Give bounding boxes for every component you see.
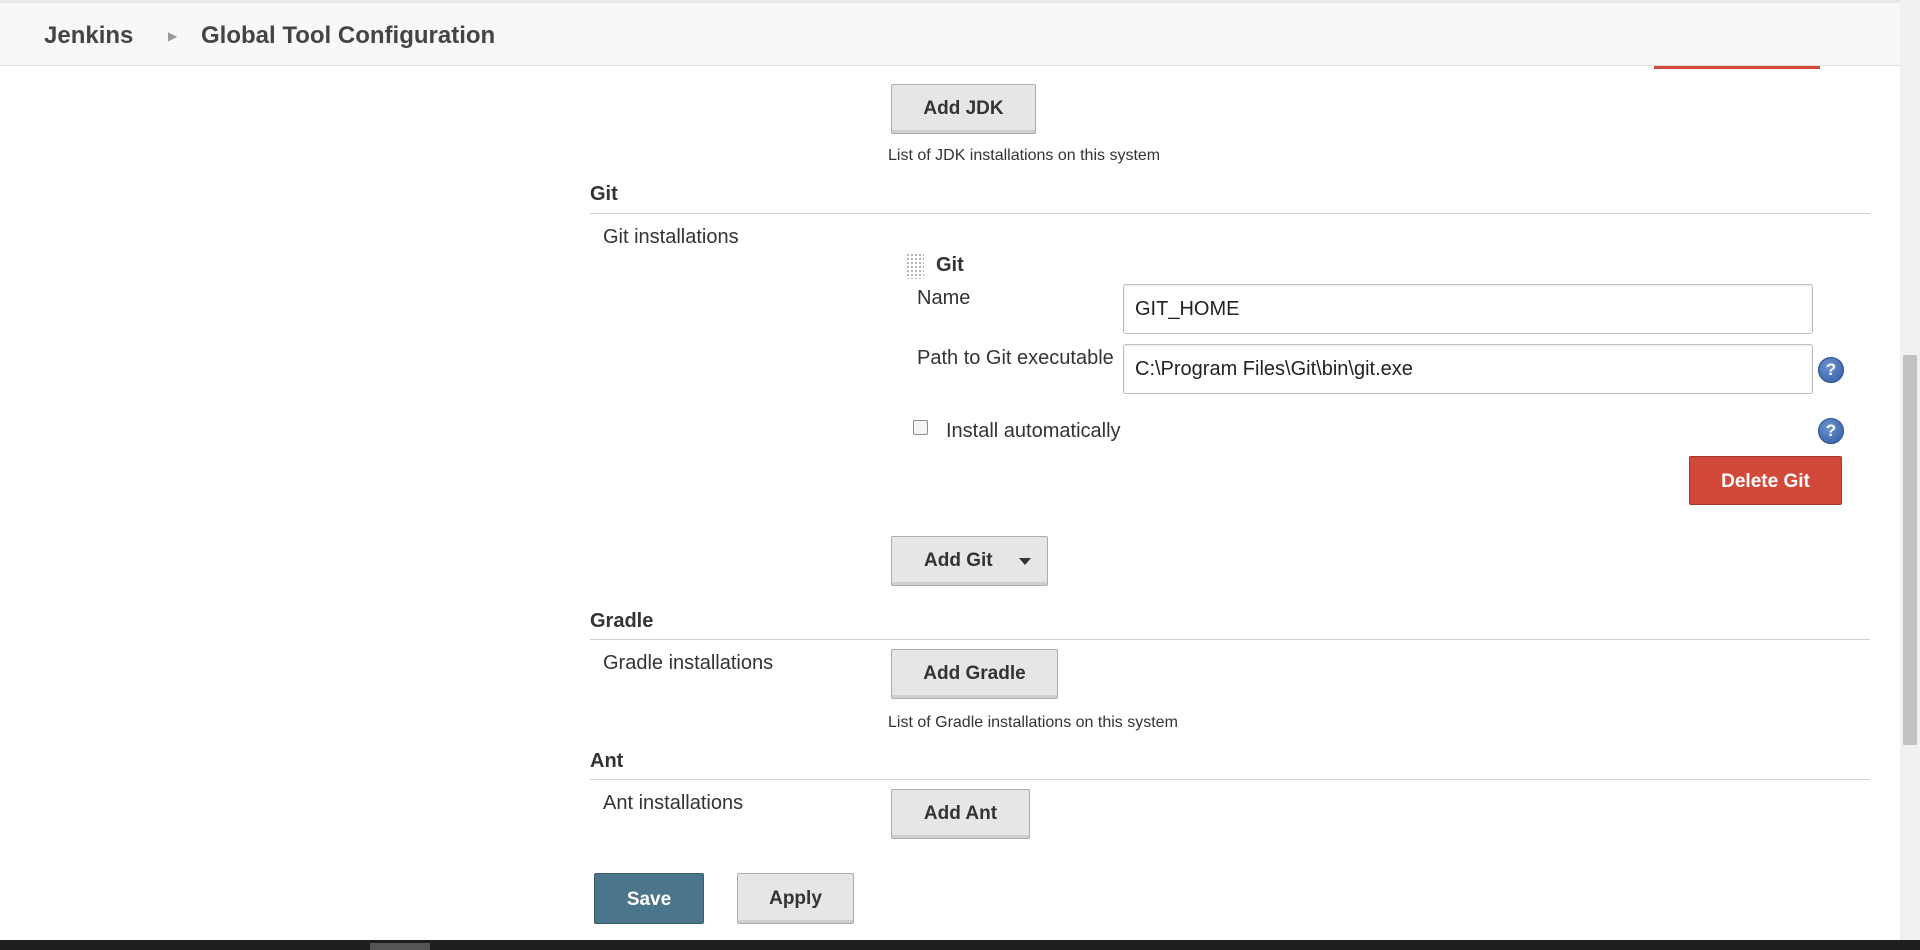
ant-installations-label: Ant installations	[603, 792, 744, 814]
section-divider	[590, 639, 1870, 640]
delete-button-edge	[1654, 66, 1820, 69]
scrollbar-thumb[interactable]	[1903, 355, 1917, 745]
install-automatically-label: Install automatically	[946, 420, 1121, 442]
git-name-input[interactable]	[1123, 284, 1813, 334]
git-name-label: Name	[917, 287, 971, 309]
bottom-tab	[370, 943, 430, 950]
git-path-input[interactable]	[1123, 344, 1813, 394]
caret-down-icon[interactable]	[1019, 558, 1031, 565]
apply-button[interactable]: Apply	[737, 873, 854, 924]
gradle-description: List of Gradle installations on this sys…	[888, 714, 1178, 731]
install-automatically-checkbox[interactable]	[913, 420, 928, 435]
git-installations-label: Git installations	[603, 226, 739, 248]
git-section-title: Git	[590, 183, 618, 205]
section-divider	[590, 779, 1870, 780]
add-jdk-button[interactable]: Add JDK	[891, 84, 1036, 134]
bottom-bar	[0, 940, 1920, 950]
gradle-installations-label: Gradle installations	[603, 652, 774, 674]
chevron-right-icon: ▶	[168, 29, 178, 43]
gradle-section-title: Gradle	[590, 610, 654, 632]
section-divider	[590, 213, 1870, 214]
drag-handle-icon[interactable]	[906, 253, 924, 279]
breadcrumb-current[interactable]: Global Tool Configuration	[201, 3, 495, 69]
save-button[interactable]: Save	[594, 873, 704, 924]
help-icon[interactable]: ?	[1818, 418, 1844, 444]
delete-git-button[interactable]: Delete Git	[1689, 456, 1842, 505]
add-ant-button[interactable]: Add Ant	[891, 789, 1030, 839]
git-item-title: Git	[936, 254, 964, 276]
add-gradle-button[interactable]: Add Gradle	[891, 649, 1058, 699]
jdk-description: List of JDK installations on this system	[888, 147, 1161, 164]
ant-section-title: Ant	[590, 750, 624, 772]
breadcrumb-bar: Jenkins ▶ Global Tool Configuration	[0, 0, 1900, 66]
git-path-label: Path to Git executable	[917, 347, 1114, 369]
help-icon[interactable]: ?	[1818, 357, 1844, 383]
breadcrumb-home-link[interactable]: Jenkins	[44, 3, 133, 69]
